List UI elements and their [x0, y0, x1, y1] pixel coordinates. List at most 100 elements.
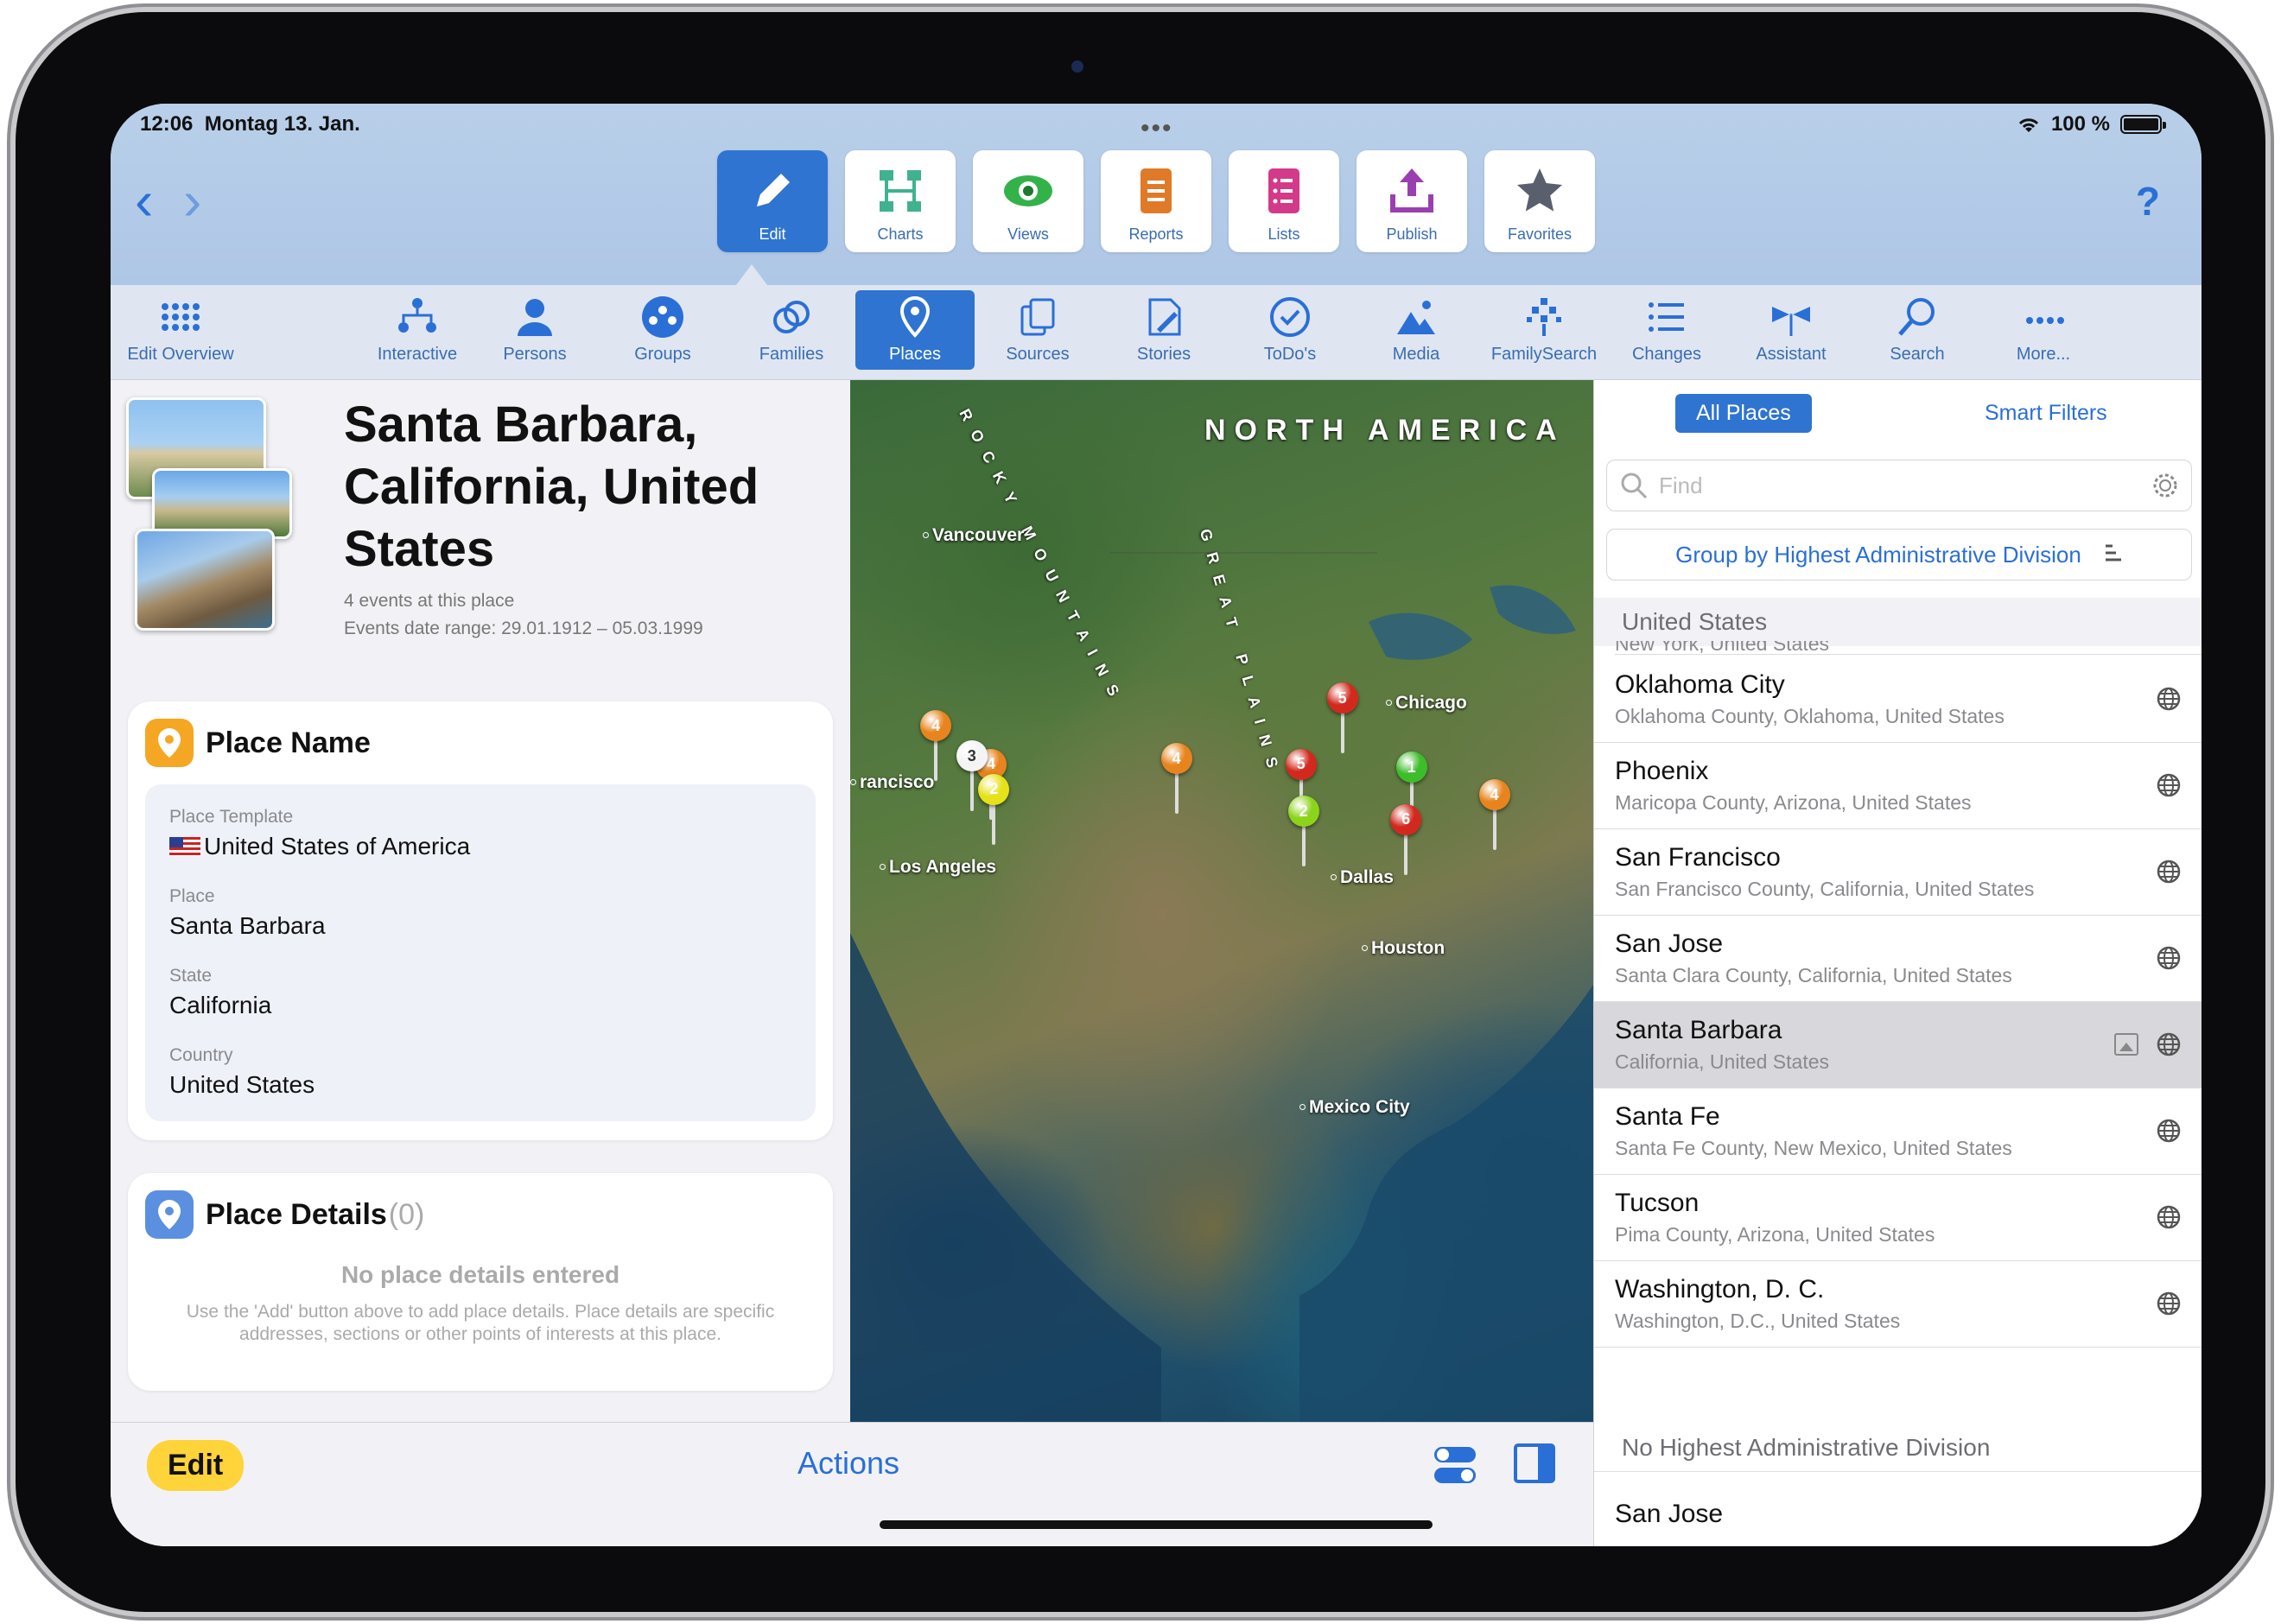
city-label: Dallas — [1331, 867, 1394, 888]
map-pin[interactable]: 4 — [920, 710, 952, 783]
map-pin-label: 4 — [1490, 785, 1499, 803]
list-item-subtitle: Santa Fe County, New Mexico, United Stat… — [1615, 1137, 2012, 1159]
toolbar-favorites-button[interactable]: Favorites — [1484, 150, 1595, 252]
star-icon — [1517, 168, 1562, 212]
search-icon — [1898, 298, 1935, 336]
subbar-label: FamilySearch — [1490, 345, 1598, 364]
toolbar-publish-button[interactable]: Publish — [1357, 150, 1467, 252]
place-details-card[interactable]: Place Details (0) No place details enter… — [128, 1173, 833, 1391]
list-item[interactable]: Tucson Pima County, Arizona, United State… — [1594, 1175, 2202, 1261]
toolbar-lists-button[interactable]: Lists — [1229, 150, 1339, 252]
edit-button[interactable]: Edit — [147, 1440, 245, 1491]
map-pin-label: 4 — [1172, 749, 1181, 767]
place-photo-3[interactable] — [135, 529, 275, 631]
list-item-name: Tucson — [1615, 1189, 1700, 1217]
subbar-interactive[interactable]: Interactive — [361, 290, 473, 370]
toolbar-reports-button[interactable]: Reports — [1101, 150, 1211, 252]
list-item[interactable]: Phoenix Maricopa County, Arizona, United … — [1594, 743, 2202, 829]
back-arrow-icon[interactable]: ‹ — [135, 173, 153, 228]
map-pin-head: 5 — [1285, 748, 1317, 780]
map-pin-head: 2 — [978, 773, 1010, 805]
list-item-subtitle: Washington, D.C., United States — [1615, 1310, 1901, 1332]
globe-icon[interactable] — [2156, 772, 2182, 798]
globe-icon[interactable] — [2156, 686, 2182, 712]
places-map[interactable]: NORTH AMERICA ROCKY MOUNTAINS GREAT PLAI… — [850, 380, 1593, 1422]
gear-icon[interactable] — [2151, 472, 2179, 499]
list-item-name: Oklahoma City — [1615, 670, 1785, 699]
globe-icon[interactable] — [2156, 1204, 2182, 1230]
city-label: Los Angeles — [880, 857, 996, 878]
map-pin[interactable]: 4 — [1160, 743, 1192, 815]
sidebar-toggle-icon[interactable] — [1512, 1442, 1557, 1485]
list-item[interactable]: Santa Barbara California, United States — [1594, 1002, 2202, 1088]
toolbar-lists-label: Lists — [1268, 225, 1300, 243]
subbar-persons[interactable]: Persons — [479, 290, 591, 370]
subbar-places[interactable]: Places — [855, 290, 975, 370]
globe-icon[interactable] — [2156, 859, 2182, 885]
media-icon — [1397, 301, 1435, 334]
battery-icon — [2120, 115, 2166, 134]
place-name-card[interactable]: Place Name Place Template United States … — [128, 701, 833, 1140]
subbar-groups[interactable]: Groups — [607, 290, 719, 370]
map-pin-label: 6 — [1401, 810, 1411, 828]
place-details-badge-icon — [145, 1190, 194, 1239]
list-item[interactable]: Washington, D. C. Washington, D.C., Unite… — [1594, 1261, 2202, 1348]
list-item-subtitle: Oklahoma County, Oklahoma, United States — [1615, 705, 2005, 727]
subbar-assistant[interactable]: Assistant — [1735, 290, 1847, 370]
screen: 12:06 Montag 13. Jan. ••• 100 % ‹ › ? Ed… — [111, 104, 2202, 1546]
map-pin[interactable]: 2 — [1287, 796, 1319, 868]
map-pin[interactable]: 2 — [978, 773, 1010, 847]
multitasking-dots[interactable]: ••• — [1140, 114, 1173, 143]
list-item[interactable]: San Jose Santa Clara County, California, … — [1594, 916, 2202, 1002]
subbar-families[interactable]: Families — [731, 290, 852, 370]
list-item[interactable]: San Francisco San Francisco County, Calif… — [1594, 829, 2202, 916]
globe-icon[interactable] — [2156, 1118, 2182, 1144]
home-indicator[interactable] — [880, 1520, 1433, 1529]
list-item-name: Phoenix — [1615, 757, 1709, 785]
group-by-button[interactable]: Group by Highest Administrative Division — [1606, 529, 2192, 580]
search-input[interactable]: Find — [1606, 460, 2192, 511]
sort-icon — [2105, 544, 2121, 561]
place-name-fields[interactable]: Place Template United States of America … — [145, 784, 816, 1121]
assistant-icon — [1772, 307, 1810, 336]
subbar-todos[interactable]: ToDo's — [1234, 290, 1346, 370]
list-item-name: Santa Fe — [1615, 1102, 1720, 1131]
list-item[interactable]: Santa Fe Santa Fe County, New Mexico, Uni… — [1594, 1088, 2202, 1175]
city-label: Mexico City — [1299, 1097, 1410, 1118]
toolbar-edit-button[interactable]: Edit — [717, 150, 828, 252]
tab-all-places[interactable]: All Places — [1675, 394, 1812, 433]
map-pin-head: 2 — [1287, 796, 1319, 828]
toolbar-charts-button[interactable]: Charts — [845, 150, 956, 252]
subbar-sources[interactable]: Sources — [982, 290, 1094, 370]
list-item-name: San Jose — [1615, 1500, 1724, 1528]
toolbar-views-button[interactable]: Views — [973, 150, 1083, 252]
tab-smart-filters[interactable]: Smart Filters — [1985, 401, 2107, 426]
help-button[interactable]: ? — [2136, 178, 2160, 225]
toggles-icon[interactable] — [1431, 1443, 1479, 1487]
map-pin[interactable]: 4 — [1478, 779, 1510, 852]
map-pin[interactable]: 6 — [1390, 803, 1422, 877]
list-item[interactable]: San Jose — [1594, 1474, 2202, 1546]
forward-arrow-icon[interactable]: › — [183, 173, 201, 228]
subbar-label: Families — [759, 345, 824, 364]
map-pin-label: 2 — [989, 780, 999, 798]
map-pin-stick — [1301, 822, 1306, 867]
subbar-media[interactable]: Media — [1360, 290, 1472, 370]
subbar-changes[interactable]: Changes — [1611, 290, 1723, 370]
subbar-more[interactable]: More... — [1987, 290, 2100, 370]
subbar-stories[interactable]: Stories — [1108, 290, 1220, 370]
globe-icon[interactable] — [2156, 1291, 2182, 1316]
region-label: NORTH AMERICA — [1204, 414, 1566, 447]
place-details-card-title: Place Details — [206, 1197, 387, 1231]
subbar-edit-overview[interactable]: Edit Overview — [124, 290, 237, 370]
globe-icon[interactable] — [2156, 945, 2182, 971]
map-pin-stick — [969, 766, 974, 812]
map-pin[interactable]: 5 — [1326, 682, 1358, 755]
actions-button[interactable]: Actions — [797, 1445, 899, 1481]
subbar-familysearch[interactable]: FamilySearch — [1479, 290, 1609, 370]
subbar-search[interactable]: Search — [1861, 290, 1973, 370]
subbar-label: More... — [2016, 345, 2071, 364]
list-item[interactable]: Oklahoma City Oklahoma County, Oklahoma, … — [1594, 657, 2202, 743]
map-pin-label: 1 — [1407, 758, 1416, 776]
globe-icon[interactable] — [2156, 1031, 2182, 1057]
